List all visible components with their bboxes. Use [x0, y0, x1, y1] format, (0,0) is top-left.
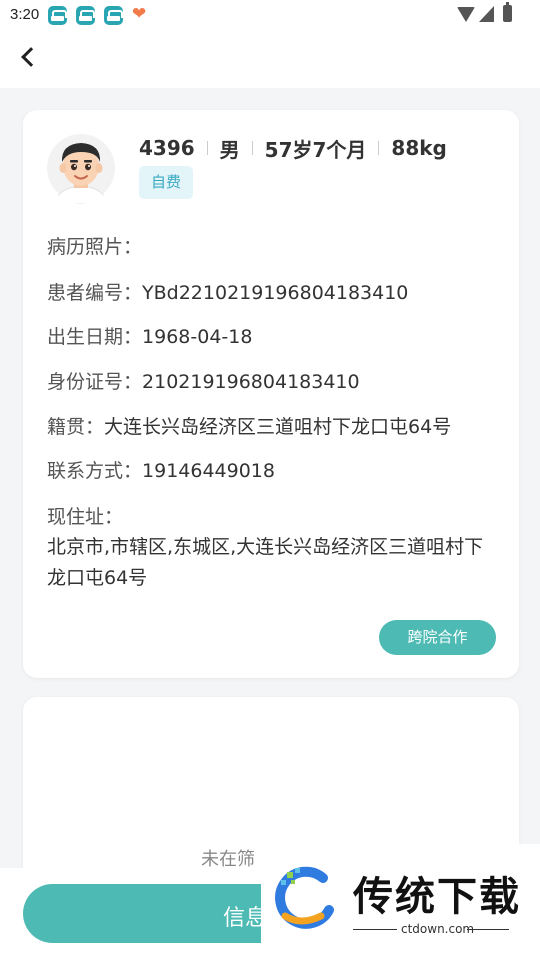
id-card-value: 210219196804183410 — [142, 371, 360, 393]
patient-id-row: 患者编号：YBd2210219196804183410 — [47, 278, 408, 305]
contact-label: 联系方式： — [47, 460, 143, 482]
patient-name: 4396 — [139, 136, 195, 160]
wifi-icon — [457, 7, 475, 22]
medical-photos-label: 病历照片： — [47, 236, 143, 258]
patient-id-label: 患者编号： — [47, 282, 143, 304]
watermark-title: 传统下载 — [353, 874, 521, 920]
birth-date-label: 出生日期： — [47, 326, 143, 348]
patient-age: 57岁7个月 — [264, 137, 367, 162]
payment-tag: 自费 — [139, 166, 193, 199]
car-app-icon — [104, 6, 123, 25]
avatar-illustration — [47, 134, 115, 204]
patient-summary: 4396 男 57岁7个月 88kg — [139, 134, 447, 162]
medical-photos-row: 病历照片： — [47, 232, 142, 259]
back-arrow-icon[interactable] — [21, 47, 41, 67]
id-card-row: 身份证号：210219196804183410 — [47, 367, 360, 394]
address-label: 现住址： — [47, 506, 124, 528]
birth-date-value: 1968-04-18 — [142, 326, 253, 348]
patient-info-card: 4396 男 57岁7个月 88kg 自费 病历照片： 患者编号：YBd2210… — [23, 110, 519, 678]
watermark: 传统下载 ctdown.com — [261, 844, 540, 960]
watermark-url: ctdown.com — [401, 922, 475, 936]
birth-date-row: 出生日期：1968-04-18 — [47, 322, 252, 349]
patient-weight: 88kg — [391, 136, 447, 160]
id-card-label: 身份证号： — [47, 371, 143, 393]
status-time: 3:20 — [10, 6, 40, 23]
contact-value: 19146449018 — [142, 460, 275, 482]
car-app-icon — [48, 6, 67, 25]
address-value: 北京市,市辖区,东城区,大连长兴岛经济区三道咀村下龙口屯64号 — [47, 536, 484, 589]
patient-id-value: YBd2210219196804183410 — [142, 282, 409, 304]
divider — [251, 141, 253, 155]
car-app-icon — [76, 6, 95, 25]
divider — [353, 929, 397, 930]
battery-icon — [503, 2, 512, 22]
native-place-row: 籍贯：大连长兴岛经济区三道咀村下龙口屯64号 — [47, 412, 451, 439]
avatar — [47, 132, 115, 204]
cross-hospital-cooperation-button[interactable]: 跨院合作 — [379, 620, 496, 655]
heart-app-icon: ❤ — [132, 4, 147, 24]
contact-row: 联系方式：19146449018 — [47, 456, 275, 483]
native-place-value: 大连长兴岛经济区三道咀村下龙口屯64号 — [104, 416, 452, 438]
watermark-logo-icon — [275, 866, 334, 929]
divider — [378, 141, 380, 155]
divider — [206, 141, 208, 155]
patient-gender: 男 — [219, 137, 240, 162]
signal-icon — [479, 6, 494, 22]
native-place-label: 籍贯： — [47, 416, 105, 438]
status-bar: 3:20 ❤ — [0, 0, 540, 32]
nav-bar — [0, 32, 540, 88]
